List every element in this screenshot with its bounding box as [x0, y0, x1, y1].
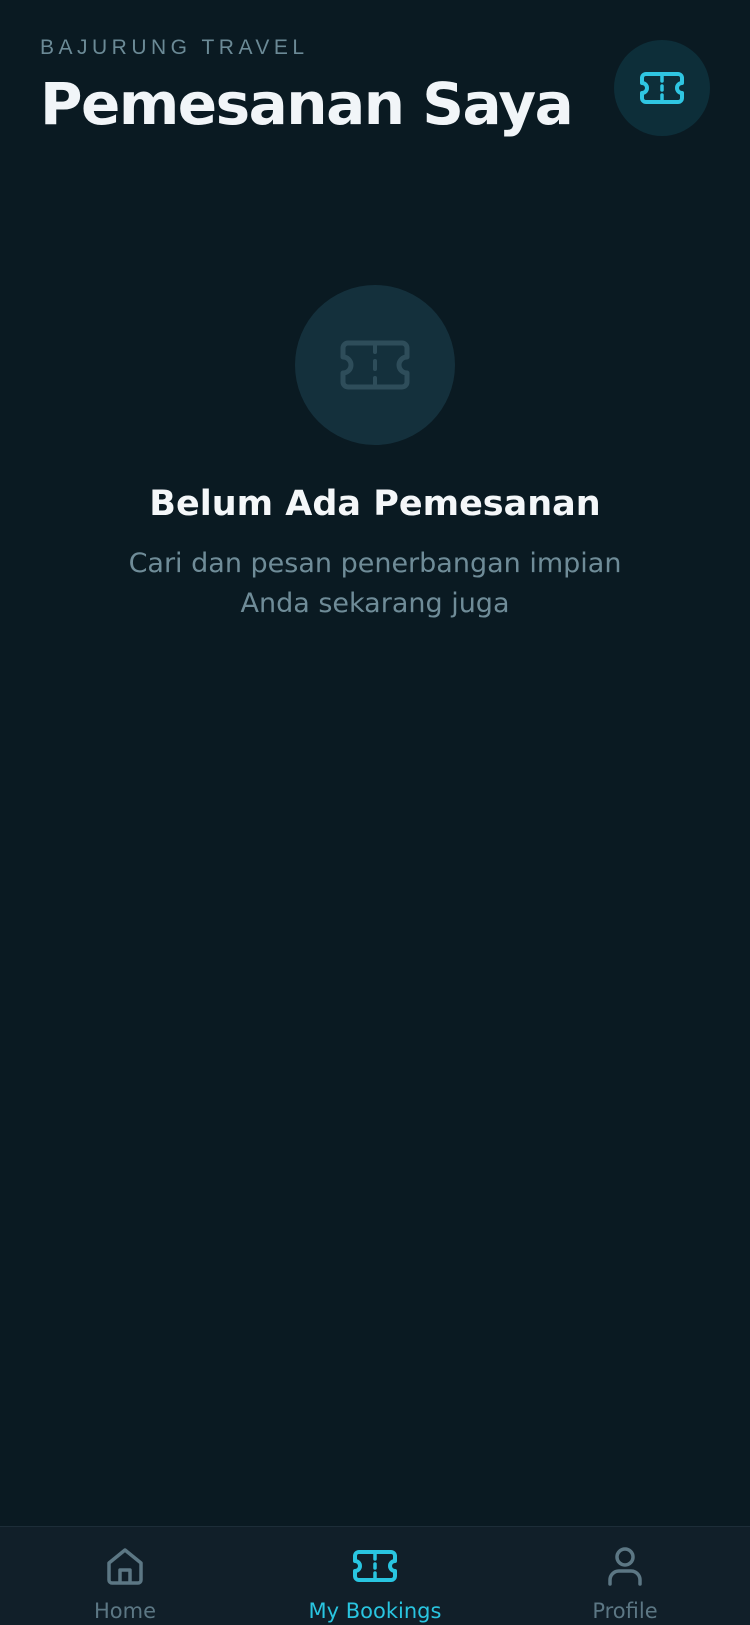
bottom-navigation: Home My Bookings Profile: [0, 1526, 750, 1625]
empty-state-title: Belum Ada Pemesanan: [149, 484, 601, 524]
ticket-icon: [340, 340, 410, 390]
nav-item-home[interactable]: Home: [0, 1527, 250, 1625]
home-icon: [107, 1548, 143, 1585]
page-header: BAJURUNG TRAVEL Pemesanan Saya: [40, 34, 710, 144]
empty-state-subtitle-line: Anda sekarang juga: [240, 588, 510, 619]
nav-label-my-bookings: My Bookings: [308, 1599, 442, 1623]
empty-state-subtitle: Cari dan pesan penerbangan impian Anda s…: [0, 544, 750, 624]
user-icon: [608, 1547, 642, 1586]
empty-state-subtitle-line: Cari dan pesan penerbangan impian: [128, 548, 622, 579]
bookings-button[interactable]: [614, 40, 710, 136]
nav-item-my-bookings[interactable]: My Bookings: [250, 1527, 500, 1625]
page-title: Pemesanan Saya: [40, 70, 574, 138]
nav-label-profile: Profile: [592, 1599, 658, 1623]
ticket-icon: [353, 1550, 397, 1582]
brand-name: BAJURUNG TRAVEL: [40, 36, 309, 59]
nav-label-home: Home: [93, 1599, 156, 1623]
empty-state-illustration: [295, 285, 455, 445]
ticket-icon: [640, 72, 684, 104]
nav-item-profile[interactable]: Profile: [500, 1527, 750, 1625]
